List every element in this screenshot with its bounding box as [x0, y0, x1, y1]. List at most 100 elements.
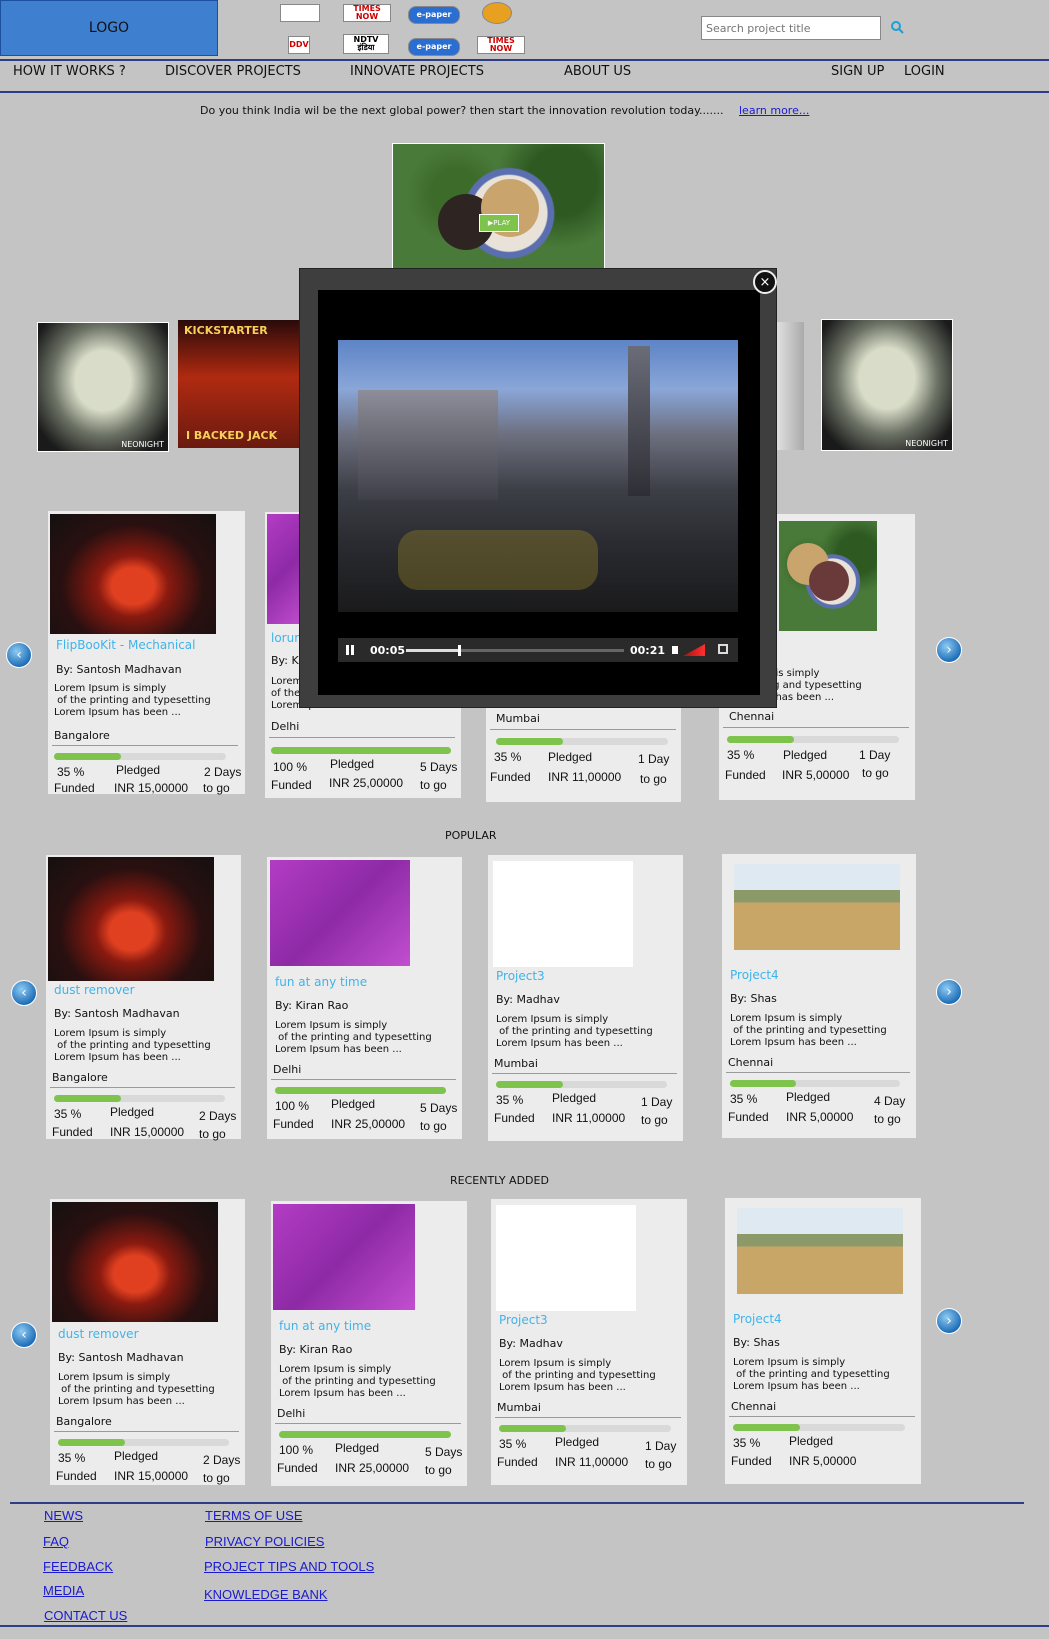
carousel-thumb-1[interactable]: NEONIGHT — [37, 322, 169, 452]
project-card[interactable]: fun at any time By: Kiran Rao Lorem Ipsu… — [271, 1201, 467, 1486]
project-title[interactable]: Project3 — [499, 1313, 548, 1327]
video-seek-bar[interactable] — [406, 645, 624, 656]
featured-video-thumbnail[interactable]: ▶ PLAY — [392, 143, 605, 271]
nav-login[interactable]: LOGIN — [904, 64, 945, 79]
project-card[interactable]: Project3 By: Madhav Lorem Ipsum is simpl… — [488, 855, 683, 1141]
project-card[interactable]: dust remover By: Santosh Madhavan Lorem … — [50, 1199, 245, 1485]
footer-link-project-tips[interactable]: PROJECT TIPS AND TOOLS — [204, 1559, 374, 1574]
popular-prev-arrow[interactable]: ‹ — [11, 980, 37, 1006]
recent-next-arrow[interactable]: › — [936, 1308, 962, 1334]
project-card[interactable]: FlipBooKit - Mechanical By: Santosh Madh… — [48, 511, 245, 795]
media-logo-1[interactable] — [280, 4, 320, 22]
nav-innovate-projects[interactable]: INNOVATE PROJECTS — [350, 64, 484, 79]
card-divider — [729, 1416, 915, 1417]
project-image — [48, 857, 214, 981]
funding-progress-bar — [54, 1095, 225, 1102]
to-go-label: to go — [641, 1113, 668, 1127]
carousel-thumb-2[interactable]: KICKSTARTER I BACKED JACK — [178, 320, 308, 448]
fullscreen-icon[interactable] — [718, 644, 728, 654]
funded-percent: 35 % — [499, 1437, 527, 1451]
project-image — [50, 514, 216, 634]
to-go-label: to go — [203, 781, 230, 795]
project-location: Bangalore — [52, 1071, 108, 1084]
footer-link-privacy[interactable]: PRIVACY POLICIES — [205, 1534, 324, 1549]
search-icon[interactable] — [890, 20, 904, 34]
pause-icon[interactable] — [346, 645, 349, 655]
project-description: Lorem Ipsum is simply of the printing an… — [58, 1372, 215, 1407]
project-card[interactable]: Mumbai 35 % Funded Pledged INR 11,00000 … — [486, 700, 681, 802]
nav-about-us[interactable]: ABOUT US — [564, 64, 631, 79]
media-logo-4[interactable] — [482, 2, 512, 24]
site-logo[interactable]: LOGO — [0, 0, 218, 56]
card-divider — [269, 737, 455, 738]
pledged-label: Pledged — [335, 1441, 380, 1455]
volume-slider[interactable] — [683, 644, 705, 656]
project-title[interactable]: dust remover — [58, 1327, 139, 1341]
play-button[interactable]: ▶ PLAY — [479, 214, 519, 232]
project-image — [273, 1204, 415, 1310]
days-left: 2 Days — [203, 1453, 241, 1467]
footer-link-faq[interactable]: FAQ — [43, 1534, 69, 1549]
popular-next-arrow[interactable]: › — [936, 979, 962, 1005]
footer-link-media[interactable]: MEDIA — [43, 1583, 84, 1598]
video-building — [358, 390, 498, 500]
funded-percent: 35 % — [733, 1436, 761, 1450]
project-author: By: Kiran Rao — [275, 999, 349, 1012]
pledged-amount: INR 15,00000 — [114, 1469, 189, 1483]
days-left: 2 Days — [199, 1109, 237, 1123]
media-logo-7[interactable]: e-paper — [408, 38, 460, 56]
media-logo-8[interactable]: TIMES NOW — [477, 36, 525, 54]
footer-link-news[interactable]: NEWS — [44, 1508, 83, 1523]
project-title[interactable]: Project4 — [733, 1312, 782, 1326]
learn-more-link[interactable]: learn more... — [739, 104, 809, 117]
project-card[interactable]: dust remover By: Santosh Madhavan Lorem … — [46, 855, 241, 1141]
nav-bottom-rule — [0, 91, 1049, 93]
media-logo-5[interactable]: DDV — [288, 36, 310, 54]
close-icon[interactable]: × — [753, 270, 777, 294]
volume-icon[interactable] — [672, 646, 678, 654]
project-card[interactable]: fun at any time By: Kiran Rao Lorem Ipsu… — [267, 857, 462, 1139]
funding-progress-fill — [271, 747, 451, 754]
project-title[interactable]: Project3 — [496, 969, 545, 983]
media-logo-6[interactable]: NDTV इंडिया — [343, 34, 389, 54]
project-image — [779, 521, 877, 631]
pledged-label: Pledged — [114, 1449, 159, 1463]
to-go-label: to go — [874, 1112, 901, 1126]
project-location: Bangalore — [56, 1415, 112, 1428]
footer-link-contact-us[interactable]: CONTACT US — [44, 1608, 127, 1623]
funding-progress-bar — [727, 736, 899, 743]
project-card[interactable]: Project4 By: Shas Lorem Ipsum is simply … — [725, 1198, 921, 1484]
project-title[interactable]: FlipBooKit - Mechanical — [56, 638, 196, 652]
project-title[interactable]: dust remover — [54, 983, 135, 997]
funded-percent: 100 % — [275, 1099, 310, 1113]
featured-prev-arrow[interactable]: ‹ — [6, 642, 32, 668]
footer-link-terms[interactable]: TERMS OF USE — [205, 1508, 303, 1523]
days-left: 5 Days — [420, 1101, 458, 1115]
video-frame[interactable] — [338, 340, 738, 612]
project-author: By: Shas — [730, 992, 777, 1005]
nav-how-it-works[interactable]: HOW IT WORKS ? — [13, 64, 126, 79]
media-logo-2[interactable]: TIMES NOW — [343, 4, 391, 22]
pledged-label: Pledged — [110, 1105, 155, 1119]
nav-sign-up[interactable]: SIGN UP — [831, 64, 884, 79]
project-image — [734, 864, 900, 950]
project-card[interactable]: Project3 By: Madhav Lorem Ipsum is simpl… — [491, 1199, 687, 1485]
featured-next-arrow[interactable]: › — [936, 637, 962, 663]
project-description: Lorem Ipsum is simply of the printing an… — [54, 1028, 211, 1063]
project-card[interactable]: Project4 By: Shas Lorem Ipsum is simply … — [722, 854, 916, 1138]
funding-progress-fill — [730, 1080, 797, 1087]
carousel-thumb-4[interactable]: NEONIGHT — [821, 319, 953, 451]
project-title[interactable]: Project4 — [730, 968, 779, 982]
footer-link-knowledge-bank[interactable]: KNOWLEDGE BANK — [204, 1587, 328, 1602]
footer-link-feedback[interactable]: FEEDBACK — [43, 1559, 113, 1574]
video-seek-handle[interactable] — [458, 645, 462, 656]
media-logo-3[interactable]: e-paper — [408, 6, 460, 24]
project-title[interactable]: fun at any time — [275, 975, 367, 989]
search-input[interactable] — [701, 16, 881, 40]
project-image — [493, 861, 633, 967]
to-go-label: to go — [425, 1463, 452, 1477]
recent-prev-arrow[interactable]: ‹ — [11, 1322, 37, 1348]
days-left: 1 Day — [859, 748, 891, 762]
project-title[interactable]: fun at any time — [279, 1319, 371, 1333]
nav-discover-projects[interactable]: DISCOVER PROJECTS — [165, 64, 301, 79]
